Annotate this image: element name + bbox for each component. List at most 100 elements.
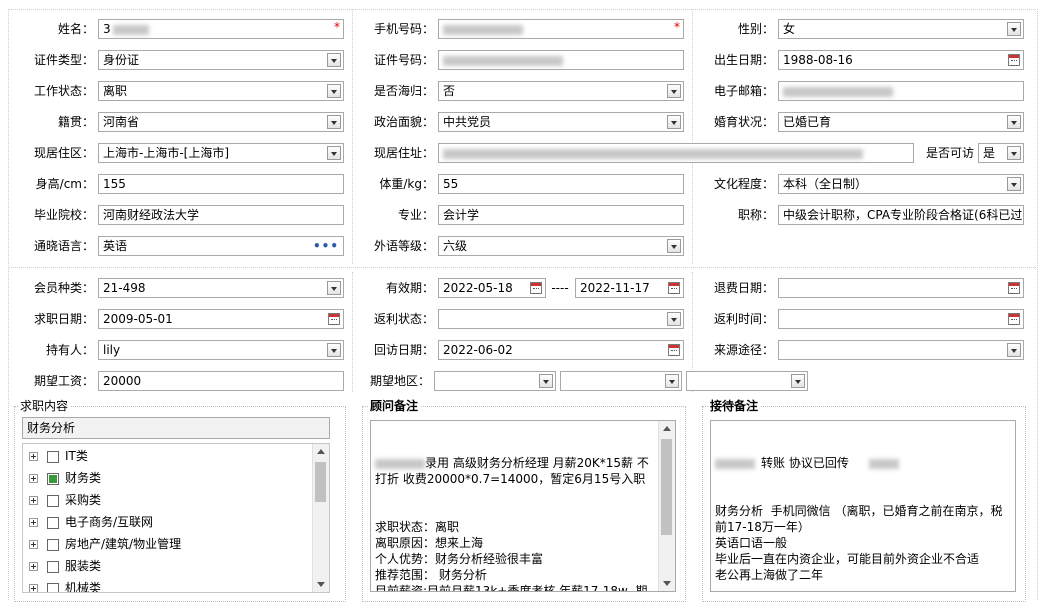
tree-item-checkbox[interactable] [47,494,59,507]
chevron-down-icon[interactable] [327,343,341,357]
tree-item[interactable]: 房地产/建筑/物业管理 [29,534,181,554]
refund-date-input[interactable] [778,278,1024,298]
work-status-select[interactable]: 离职 [98,81,344,101]
id-type-select[interactable]: 身份证 [98,50,344,70]
height-input[interactable]: 155 [98,174,344,194]
source-select[interactable] [778,340,1024,360]
tree-item-checkbox[interactable] [47,472,59,485]
chevron-down-icon[interactable] [667,84,681,98]
residence-region-select[interactable]: 上海市-上海市-[上海市] [98,143,344,163]
id-number-input[interactable] [438,50,684,70]
calendar-icon[interactable] [668,282,680,294]
tree-item[interactable]: 机械类 [29,578,101,592]
tree-expand-icon[interactable] [29,584,38,592]
calendar-icon[interactable] [1008,282,1020,294]
rebate-status-select[interactable] [438,309,684,329]
residence-address-input[interactable] [438,143,914,163]
language-input[interactable]: 英语 ••• [98,236,344,256]
expected-region-select-3[interactable] [686,371,808,391]
tree-expand-icon[interactable] [29,518,38,527]
returnee-select[interactable]: 否 [438,81,684,101]
holder-select[interactable]: lily [98,340,344,360]
ellipsis-icon[interactable]: ••• [313,237,339,255]
tree-expand-icon[interactable] [29,452,38,461]
consultant-notes-scrollbar[interactable] [658,421,675,591]
redacted-phone [443,24,523,35]
tree-scrollbar[interactable] [312,444,329,592]
weight-input[interactable]: 55 [438,174,684,194]
chevron-down-icon[interactable] [667,239,681,253]
job-category-tree[interactable]: IT类 财务类 采购类 电子商务/互联网 房地产/建筑/物业管理 服装类机械类 [22,443,330,593]
calendar-icon[interactable] [328,313,340,325]
school-input[interactable]: 河南财经政法大学 [98,205,344,225]
scroll-up-icon[interactable] [317,449,325,454]
chevron-down-icon[interactable] [665,374,679,388]
expected-region-select-2[interactable] [560,371,682,391]
visitable-select[interactable]: 是 [978,143,1024,163]
scroll-down-icon[interactable] [317,582,325,587]
birth-date-input[interactable]: 1988-08-16 [778,50,1024,70]
tree-item-checkbox[interactable] [47,538,59,551]
valid-from-input[interactable]: 2022-05-18 [438,278,546,298]
chevron-down-icon[interactable] [327,281,341,295]
chevron-down-icon[interactable] [667,312,681,326]
calendar-icon[interactable] [1008,54,1020,66]
phone-label: 手机号码： [373,22,434,36]
email-input[interactable] [778,81,1024,101]
consultant-notes-legend: 顾问备注 [368,399,421,413]
revisit-date-input[interactable]: 2022-06-02 [438,340,684,360]
job-content-search[interactable]: 财务分析 [22,417,330,439]
calendar-icon[interactable] [1008,313,1020,325]
reception-notes-textarea[interactable]: 转账 协议已回传 财务分析 手机同微信 （离职，已婚育之前在南京，税前17-18… [710,420,1016,592]
language-level-label: 外语等级： [373,239,434,253]
expected-salary-input[interactable]: 20000 [98,371,344,391]
chevron-down-icon[interactable] [327,115,341,129]
marital-select[interactable]: 已婚已育 [778,112,1024,132]
scroll-up-icon[interactable] [663,426,671,431]
tree-item[interactable]: IT类 [29,446,88,466]
title-input[interactable]: 中级会计职称，CPA专业阶段合格证(6科已过 [778,205,1024,225]
chevron-down-icon[interactable] [539,374,553,388]
consultant-notes-textarea[interactable]: 录用 高级财务分析经理 月薪20K*15薪 不打折 收费20000*0.7=14… [370,420,676,592]
chevron-down-icon[interactable] [1007,343,1021,357]
chevron-down-icon[interactable] [1007,146,1021,160]
major-input[interactable]: 会计学 [438,205,684,225]
tree-expand-icon[interactable] [29,474,38,483]
valid-to-input[interactable]: 2022-11-17 [575,278,684,298]
chevron-down-icon[interactable] [1007,22,1021,36]
tree-item[interactable]: 服装类 [29,556,101,576]
phone-input[interactable]: * [438,19,684,39]
expected-region-select-1[interactable] [434,371,556,391]
tree-item-checkbox[interactable] [47,582,59,592]
tree-expand-icon[interactable] [29,562,38,571]
chevron-down-icon[interactable] [327,84,341,98]
chevron-down-icon[interactable] [791,374,805,388]
chevron-down-icon[interactable] [327,53,341,67]
chevron-down-icon[interactable] [667,115,681,129]
calendar-icon[interactable] [530,282,542,294]
political-select[interactable]: 中共党员 [438,112,684,132]
chevron-down-icon[interactable] [327,146,341,160]
scroll-down-icon[interactable] [663,581,671,586]
name-input[interactable]: 3 * [98,19,344,39]
tree-item[interactable]: 财务类 [29,468,101,488]
tree-item[interactable]: 电子商务/互联网 [29,512,153,532]
member-type-select[interactable]: 21-498 [98,278,344,298]
calendar-icon[interactable] [668,344,680,356]
native-place-select[interactable]: 河南省 [98,112,344,132]
tree-item-checkbox[interactable] [47,560,59,573]
education-select[interactable]: 本科（全日制） [778,174,1024,194]
scroll-thumb[interactable] [661,439,672,535]
tree-item[interactable]: 采购类 [29,490,101,510]
tree-expand-icon[interactable] [29,496,38,505]
job-search-date-input[interactable]: 2009-05-01 [98,309,344,329]
rebate-time-input[interactable] [778,309,1024,329]
tree-item-checkbox[interactable] [47,516,59,529]
language-level-select[interactable]: 六级 [438,236,684,256]
scroll-thumb[interactable] [315,462,326,502]
gender-select[interactable]: 女 [778,19,1024,39]
tree-item-checkbox[interactable] [47,450,59,463]
chevron-down-icon[interactable] [1007,177,1021,191]
tree-expand-icon[interactable] [29,540,38,549]
chevron-down-icon[interactable] [1007,115,1021,129]
